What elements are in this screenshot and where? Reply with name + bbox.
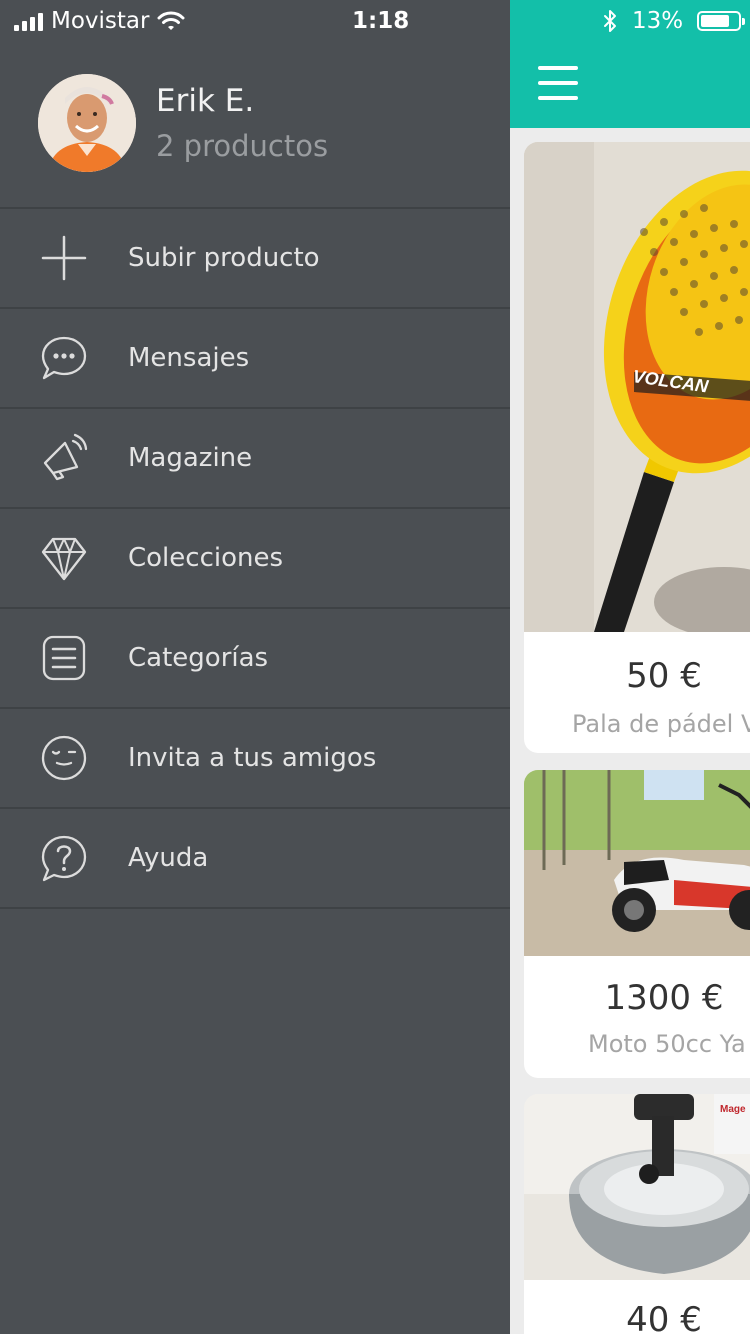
menu-item-label: Ayuda — [128, 843, 209, 873]
menu-item-label: Categorías — [128, 643, 269, 673]
main-content: 13% VOLCAN 50 € Pala de pádel V 1300 € M… — [510, 0, 750, 1334]
battery-percent: 13% — [632, 8, 684, 34]
listing-title: Pala de pádel Vo — [572, 710, 750, 738]
status-bar-right: 13% — [602, 6, 746, 36]
diamond-icon — [39, 533, 89, 583]
side-drawer: Movistar 1:18 Erik E. 2 productos Subir … — [0, 0, 510, 1334]
listing-card[interactable]: VOLCAN 50 € Pala de pádel Vo — [524, 142, 750, 753]
megaphone-icon — [39, 433, 89, 483]
menu-item-mensajes[interactable]: Mensajes — [0, 309, 510, 409]
carrier-label: Movistar — [51, 8, 150, 34]
profile-product-count: 2 productos — [156, 129, 329, 163]
chat-bubble-icon — [39, 333, 89, 383]
listing-price: 1300 € — [604, 978, 724, 1018]
menu-item-ayuda[interactable]: Ayuda — [0, 809, 510, 909]
svg-text:Mage: Mage — [720, 1104, 746, 1115]
plus-icon — [39, 233, 89, 283]
listing-title: Moto 50cc Ya — [588, 1030, 746, 1058]
profile-header[interactable]: Erik E. 2 productos — [38, 74, 328, 172]
wifi-icon — [157, 11, 185, 30]
top-bar: 13% — [510, 0, 750, 128]
listing-price: 40 € — [626, 1300, 702, 1334]
avatar[interactable] — [38, 74, 136, 172]
battery-icon — [697, 11, 746, 31]
listing-card[interactable]: 1300 € Moto 50cc Ya — [524, 770, 750, 1078]
hamburger-menu-button[interactable] — [538, 66, 578, 100]
menu-item-label: Invita a tus amigos — [128, 743, 377, 773]
menu-item-magazine[interactable]: Magazine — [0, 409, 510, 509]
product-image: Mage — [524, 1094, 750, 1280]
signal-icon — [14, 11, 43, 31]
listing-card[interactable]: Mage 40 € — [524, 1094, 750, 1334]
menu-item-label: Mensajes — [128, 343, 250, 373]
menu-item-label: Colecciones — [128, 543, 284, 573]
profile-name: Erik E. — [156, 83, 255, 119]
list-icon — [39, 633, 89, 683]
listing-price: 50 € — [626, 656, 702, 696]
bluetooth-icon — [604, 10, 616, 32]
battery-level — [701, 15, 730, 27]
menu-item-subir-producto[interactable]: Subir producto — [0, 209, 510, 309]
wink-face-icon — [39, 733, 89, 783]
menu-item-invita-amigos[interactable]: Invita a tus amigos — [0, 709, 510, 809]
product-image: VOLCAN — [524, 142, 750, 632]
screen: Movistar 1:18 Erik E. 2 productos Subir … — [0, 0, 750, 1334]
menu-item-label: Subir producto — [128, 243, 320, 273]
help-bubble-icon — [39, 833, 89, 883]
menu-item-label: Magazine — [128, 443, 253, 473]
menu-item-categorias[interactable]: Categorías — [0, 609, 510, 709]
status-time: 1:18 — [352, 8, 410, 34]
drawer-menu: Subir producto Mensajes Magazine Colecci… — [0, 207, 510, 909]
product-image — [524, 770, 750, 956]
menu-item-colecciones[interactable]: Colecciones — [0, 509, 510, 609]
status-bar-left: Movistar — [14, 6, 185, 36]
